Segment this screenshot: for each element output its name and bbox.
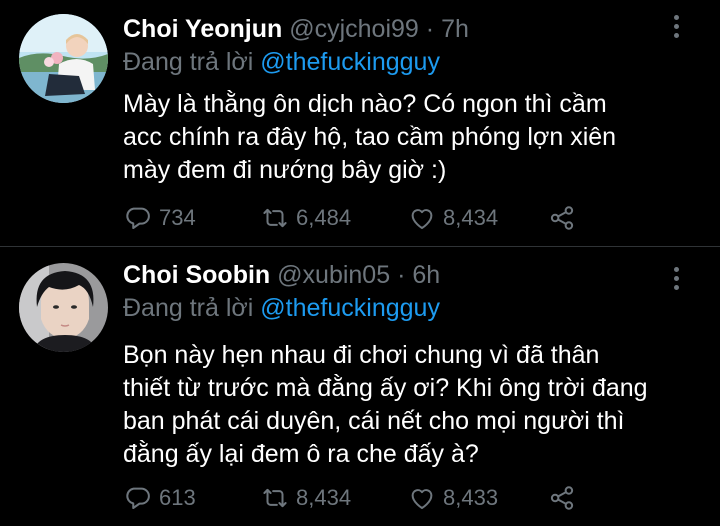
display-name[interactable]: Choi Yeonjun: [123, 15, 282, 43]
replying-to: Đang trả lời @thefuckingguy: [123, 45, 440, 79]
replying-to-label: Đang trả lời: [123, 294, 254, 322]
heart-icon: [411, 209, 433, 229]
comment-icon: [126, 207, 150, 229]
tweet-text-line: Mày là thằng ôn dịch nào? Có ngon thì cầ…: [123, 90, 607, 118]
replying-to-label: Đang trả lời: [123, 48, 254, 76]
tweet-text-line: đằng ấy lại đem ô ra che đấy à?: [123, 440, 479, 468]
heart-icon: [411, 489, 433, 509]
tweet-text: Mày là thằng ôn dịch nào? Có ngon thì cầ…: [123, 88, 703, 187]
share-icon: [550, 206, 574, 230]
timestamp[interactable]: 6h: [412, 261, 440, 289]
share-icon: [550, 486, 574, 510]
retweet-icon: [263, 488, 287, 508]
share-button[interactable]: [547, 201, 577, 235]
mention-link[interactable]: @thefuckingguy: [260, 48, 440, 76]
user-handle[interactable]: @xubin05: [277, 261, 390, 289]
tweet[interactable]: Choi Yeonjun @cyjchoi99 · 7h Đang trả lờ…: [0, 0, 720, 246]
like-button[interactable]: 8,433: [407, 481, 498, 515]
tweet-header: Choi Soobin @xubin05 · 6h: [123, 258, 440, 292]
action-bar: 613 8,434 8,433: [123, 481, 703, 515]
separator-dot: ·: [397, 261, 406, 289]
reply-button[interactable]: 613: [123, 481, 196, 515]
more-vertical-icon[interactable]: [664, 264, 688, 298]
avatar[interactable]: [19, 14, 108, 103]
tweet[interactable]: Choi Soobin @xubin05 · 6h Đang trả lời @…: [0, 247, 720, 526]
mention-link[interactable]: @thefuckingguy: [260, 294, 440, 322]
separator-dot: ·: [425, 15, 435, 43]
timestamp[interactable]: 7h: [441, 15, 469, 43]
like-button[interactable]: 8,434: [407, 201, 498, 235]
tweet-text-line: mày đem đi nướng bây giờ :): [123, 156, 447, 184]
retweet-icon: [263, 208, 287, 228]
tweet-text-line: ban phát cái duyên, cái nết cho mọi ngườ…: [123, 407, 625, 435]
like-count: 8,433: [443, 485, 499, 510]
comment-icon: [126, 487, 150, 509]
avatar-photo: [19, 263, 108, 352]
like-count: 8,434: [443, 205, 499, 230]
tweet-text: Bọn này hẹn nhau đi chơi chung vì đã thâ…: [123, 339, 703, 471]
share-button[interactable]: [547, 481, 577, 515]
tweet-text-line: thiết từ trước mà đằng ấy ơi? Khi ông tr…: [123, 374, 648, 402]
replying-to: Đang trả lời @thefuckingguy: [123, 291, 440, 325]
avatar-photo: [19, 14, 108, 103]
tweet-text-line: Bọn này hẹn nhau đi chơi chung vì đã thâ…: [123, 341, 600, 369]
retweet-button[interactable]: 8,434: [260, 481, 351, 515]
tweet-text-line: acc chính ra đây hộ, tao cầm phóng lợn x…: [123, 123, 617, 151]
tweet-header: Choi Yeonjun @cyjchoi99 · 7h: [123, 12, 469, 46]
retweet-count: 6,484: [296, 205, 352, 230]
display-name[interactable]: Choi Soobin: [123, 261, 270, 289]
reply-count: 613: [159, 485, 196, 510]
reply-button[interactable]: 734: [123, 201, 196, 235]
action-bar: 734 6,484 8,434: [123, 201, 703, 235]
more-vertical-icon[interactable]: [664, 12, 688, 46]
user-handle[interactable]: @cyjchoi99: [289, 15, 419, 43]
reply-count: 734: [159, 205, 196, 230]
retweet-button[interactable]: 6,484: [260, 201, 351, 235]
avatar[interactable]: [19, 263, 108, 352]
retweet-count: 8,434: [296, 485, 352, 510]
